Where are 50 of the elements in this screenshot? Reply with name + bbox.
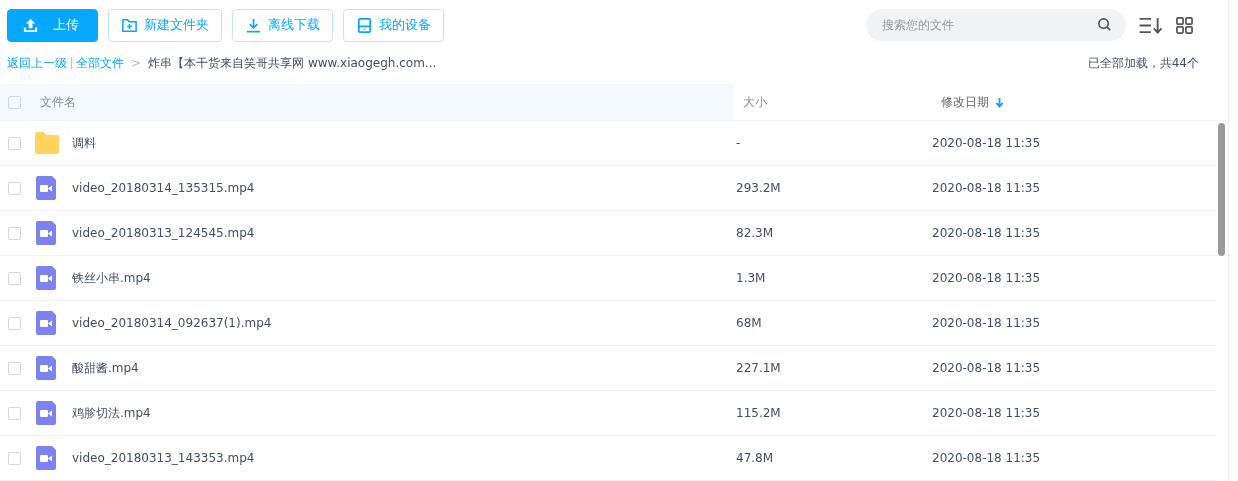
folder-plus-icon <box>121 16 138 34</box>
upload-icon <box>22 16 39 34</box>
modified-date: 2020-08-18 11:35 <box>932 361 1041 375</box>
device-icon <box>356 16 373 34</box>
modified-date: 2020-08-18 11:35 <box>932 451 1041 465</box>
file-name[interactable]: 调料 <box>72 134 96 152</box>
row-checkbox[interactable] <box>8 136 21 150</box>
breadcrumb-current: 炸串【本干货来自笑哥共享网 www.xiaogegh.com... <box>148 54 437 72</box>
file-name[interactable]: 酸甜酱.mp4 <box>72 359 139 377</box>
file-name[interactable]: video_20180313_124545.mp4 <box>72 226 255 240</box>
row-checkbox[interactable] <box>8 406 21 420</box>
file-size: 47.8M <box>736 451 774 465</box>
search-field[interactable]: 搜索您的文件 <box>866 9 1126 41</box>
modified-date: 2020-08-18 11:35 <box>932 406 1041 420</box>
row-checkbox[interactable] <box>8 316 21 330</box>
modified-date: 2020-08-18 11:35 <box>932 226 1041 240</box>
file-size: - <box>736 136 741 150</box>
file-size: 82.3M <box>736 226 774 240</box>
file-size: 68M <box>736 316 762 330</box>
column-header[interactable]: 文件名 <box>40 93 76 111</box>
modified-date: 2020-08-18 11:35 <box>932 316 1041 330</box>
file-name[interactable]: 铁丝小串.mp4 <box>72 269 151 287</box>
file-name[interactable]: video_20180314_135315.mp4 <box>72 181 255 195</box>
file-name[interactable]: video_20180313_143353.mp4 <box>72 451 255 465</box>
file-name[interactable]: video_20180314_092637(1).mp4 <box>72 316 272 330</box>
file-name[interactable]: 鸡胗切法.mp4 <box>72 404 151 422</box>
breadcrumb-separator: > <box>131 56 142 70</box>
file-size: 293.2M <box>736 181 781 195</box>
row-checkbox[interactable] <box>8 451 21 465</box>
file-size: 115.2M <box>736 406 781 420</box>
row-checkbox[interactable] <box>8 271 21 285</box>
sort-icon[interactable] <box>1138 15 1164 35</box>
modified-date: 2020-08-18 11:35 <box>932 271 1041 285</box>
scrollbar-thumb[interactable] <box>1218 123 1225 256</box>
column-header[interactable]: 修改日期 <box>941 93 989 111</box>
load-status: 已全部加载，共44个 <box>1087 54 1199 72</box>
row-checkbox[interactable] <box>8 361 21 375</box>
modified-date: 2020-08-18 11:35 <box>932 181 1041 195</box>
column-header[interactable]: 大小 <box>743 93 767 111</box>
sort-arrow-icon <box>995 96 1004 108</box>
grid-view-icon[interactable] <box>1176 16 1193 34</box>
select-all-checkbox[interactable] <box>8 95 21 109</box>
download-icon <box>245 16 262 34</box>
row-checkbox[interactable] <box>8 226 21 240</box>
modified-date: 2020-08-18 11:35 <box>932 136 1041 150</box>
folder-icon <box>34 131 60 155</box>
search-icon[interactable] <box>1097 17 1112 32</box>
row-checkbox[interactable] <box>8 181 21 195</box>
file-size: 227.1M <box>736 361 781 375</box>
file-size: 1.3M <box>736 271 766 285</box>
